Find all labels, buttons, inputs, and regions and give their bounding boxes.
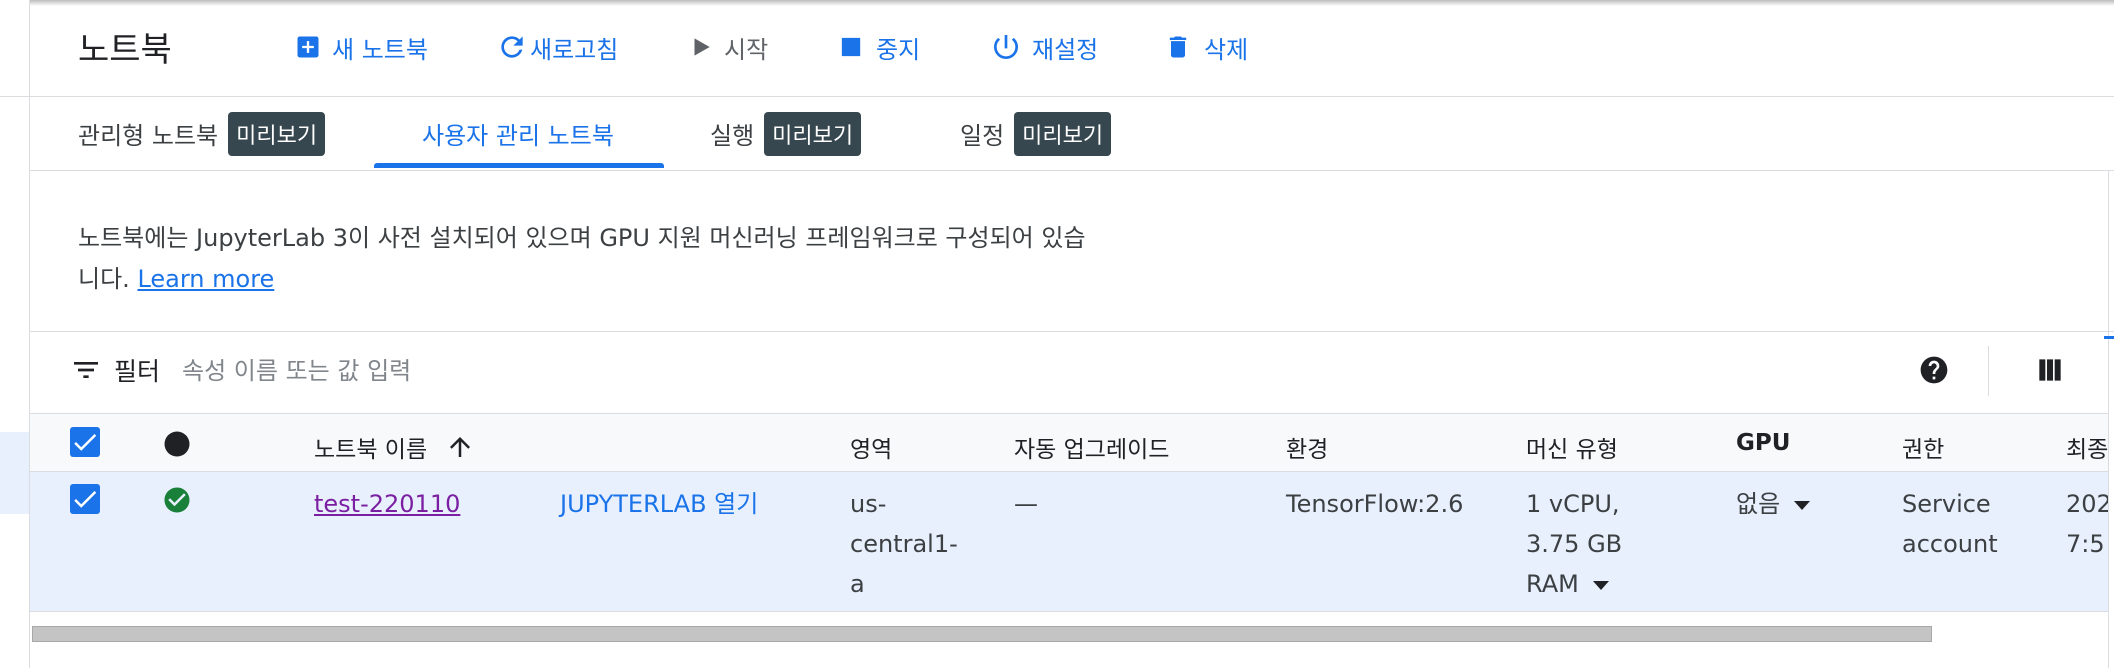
column-header-last[interactable]: 최종 <box>2066 430 2108 464</box>
scrollbar-thumb[interactable] <box>32 626 1932 642</box>
info-text-line2: 니다. <box>78 265 130 293</box>
tab-label: 관리형 노트북 <box>78 122 219 150</box>
left-rail-divider <box>0 96 29 97</box>
last-line: 202 <box>2066 490 2108 518</box>
open-jupyterlab-link[interactable]: JUPYTERLAB 열기 <box>560 490 758 518</box>
permission-line: Service <box>1902 490 1991 518</box>
left-nav-rail <box>0 0 30 668</box>
help-icon <box>1920 356 1948 384</box>
view-column-icon <box>2039 359 2061 381</box>
zone-cell: us- central1- a <box>850 484 958 604</box>
left-rail-selected <box>0 432 29 514</box>
permission-cell: Service account <box>1902 484 1998 564</box>
reset-button[interactable]: 재설정 <box>990 28 1098 66</box>
delete-label: 삭제 <box>1204 35 1249 64</box>
gpu-value: 없음 <box>1736 490 1781 518</box>
gpu-dropdown-icon[interactable] <box>1794 500 1811 510</box>
notebook-name-cell: test-220110 <box>314 484 460 524</box>
row-checkbox[interactable] <box>70 484 100 514</box>
new-notebook-button[interactable]: 새 노트북 <box>294 28 428 66</box>
filter-input[interactable] <box>182 350 1082 392</box>
machine-type-line: RAM <box>1526 570 1579 598</box>
machine-type-line-wrap: RAM <box>1526 564 1622 604</box>
preview-badge: 미리보기 <box>228 111 326 156</box>
refresh-icon <box>501 36 523 58</box>
right-panel-edge <box>2108 170 2109 668</box>
status-column-header-icon <box>162 429 192 463</box>
filter-button[interactable]: 필터 <box>70 352 160 388</box>
column-header-zone[interactable]: 영역 <box>850 430 892 464</box>
start-label: 시작 <box>724 35 769 64</box>
filter-bar: 필터 <box>30 332 2108 414</box>
circle-icon <box>164 431 190 457</box>
last-cell: 202 7:5 <box>2066 484 2108 564</box>
column-header-name[interactable]: 노트북 이름 <box>314 430 475 464</box>
preview-badge: 미리보기 <box>1014 111 1112 156</box>
new-notebook-label: 새 노트북 <box>332 35 428 64</box>
table-row[interactable]: test-220110 JUPYTERLAB 열기 us- central1- … <box>30 472 2108 612</box>
stop-icon <box>841 37 861 57</box>
environment-cell: TensorFlow:2.6 <box>1286 490 1464 518</box>
tab-schedules[interactable]: 일정 미리보기 <box>960 97 1112 170</box>
power-icon <box>994 35 1018 59</box>
refresh-button[interactable]: 새로고침 <box>496 28 618 66</box>
select-all-checkbox[interactable] <box>70 427 100 457</box>
info-text-line1: 노트북에는 JupyterLab 3이 사전 설치되어 있으며 GPU 지원 머… <box>78 224 1086 252</box>
tab-user-managed-notebooks[interactable]: 사용자 관리 노트북 <box>422 97 614 170</box>
gpu-cell: 없음 <box>1736 484 1811 524</box>
page-title: 노트북 <box>78 30 172 70</box>
check-circle-icon <box>164 487 190 513</box>
horizontal-scrollbar[interactable] <box>30 624 2108 644</box>
active-tab-indicator <box>374 163 664 168</box>
notebook-name-link[interactable]: test-220110 <box>314 490 460 518</box>
tab-label: 일정 <box>960 122 1005 150</box>
column-header-name-label: 노트북 이름 <box>314 437 428 463</box>
reset-label: 재설정 <box>1032 35 1099 64</box>
tab-bar: 관리형 노트북 미리보기 사용자 관리 노트북 실행 미리보기 일정 미리보기 <box>30 97 2114 171</box>
machine-type-line: 3.75 GB <box>1526 530 1623 558</box>
trash-icon <box>1169 36 1187 58</box>
learn-more-link[interactable]: Learn more <box>137 265 274 293</box>
machine-type-dropdown-icon[interactable] <box>1592 580 1609 590</box>
filter-label: 필터 <box>114 357 161 386</box>
play-icon <box>694 38 710 56</box>
info-text-line2-wrap: 니다. Learn more <box>78 259 1138 300</box>
last-line: 7:5 <box>2066 530 2105 558</box>
column-display-button[interactable] <box>2034 354 2066 386</box>
permission-line: account <box>1902 530 1998 558</box>
start-button[interactable]: 시작 <box>688 28 768 66</box>
column-header-auto-upgrade[interactable]: 자동 업그레이드 <box>1014 430 1169 464</box>
tab-label: 사용자 관리 노트북 <box>422 122 614 150</box>
check-icon <box>74 491 97 508</box>
filter-bar-divider <box>1988 346 1989 396</box>
arrow-upward-icon <box>450 437 471 457</box>
tab-managed-notebooks[interactable]: 관리형 노트북 미리보기 <box>78 97 326 170</box>
column-header-environment[interactable]: 환경 <box>1286 430 1328 464</box>
check-icon <box>74 434 97 451</box>
zone-line: us- <box>850 490 887 518</box>
column-header-gpu[interactable]: GPU <box>1736 430 1790 456</box>
machine-type-cell: 1 vCPU, 3.75 GB RAM <box>1526 484 1622 604</box>
zone-line: central1- <box>850 530 958 558</box>
machine-type-line: 1 vCPU, <box>1526 490 1620 518</box>
zone-line: a <box>850 570 865 598</box>
preview-badge: 미리보기 <box>764 111 862 156</box>
filter-list-icon <box>74 362 98 378</box>
add-box-icon <box>297 36 319 58</box>
status-indicator <box>162 485 192 519</box>
tab-label: 실행 <box>710 122 755 150</box>
stop-button[interactable]: 중지 <box>840 28 920 66</box>
auto-upgrade-cell: — <box>1014 490 1038 518</box>
delete-button[interactable]: 삭제 <box>1164 28 1248 66</box>
tab-executions[interactable]: 실행 미리보기 <box>710 97 862 170</box>
column-header-permission[interactable]: 권한 <box>1902 430 1944 464</box>
refresh-label: 새로고침 <box>530 35 619 64</box>
table-header-row: 노트북 이름 영역 자동 업그레이드 환경 머신 유형 GPU 권한 최종 <box>30 414 2108 472</box>
column-header-machine-type[interactable]: 머신 유형 <box>1526 430 1618 464</box>
toolbar: 노트북 새 노트북 새로고침 시작 중지 재설정 삭제 <box>30 0 2114 97</box>
info-description: 노트북에는 JupyterLab 3이 사전 설치되어 있으며 GPU 지원 머… <box>78 218 1138 300</box>
stop-label: 중지 <box>876 35 921 64</box>
help-button[interactable] <box>1918 354 1950 386</box>
open-jupyterlab-cell: JUPYTERLAB 열기 <box>560 484 758 524</box>
